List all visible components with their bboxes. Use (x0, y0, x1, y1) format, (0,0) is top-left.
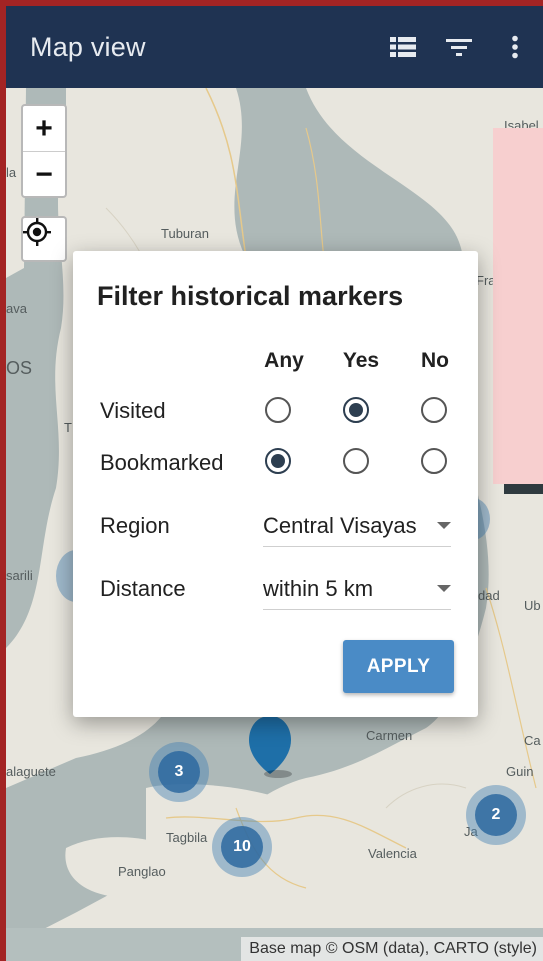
list-view-icon (390, 37, 416, 57)
map-label-ava: ava (6, 301, 27, 316)
locate-me-button[interactable] (21, 216, 67, 262)
marker-cluster[interactable]: 2 (466, 785, 526, 845)
map-label-tuburan: Tuburan (161, 226, 209, 241)
column-header-no: No (421, 349, 449, 372)
chevron-down-icon (437, 522, 451, 529)
map-label-sarili: sarili (6, 568, 33, 583)
filter-button[interactable] (431, 19, 487, 75)
marker-cluster-count: 3 (158, 751, 200, 793)
side-panel-overlay (493, 128, 543, 484)
region-select[interactable]: Central Visayas (263, 510, 451, 547)
map-label-panglao: Panglao (118, 864, 166, 879)
zoom-in-button[interactable]: + (23, 106, 65, 152)
bookmarked-no-radio[interactable] (421, 448, 447, 474)
map-label-valencia: Valencia (368, 846, 417, 861)
map-label-carmen: Carmen (366, 728, 413, 743)
map-label-alaguete: alaguete (6, 764, 56, 779)
map-label-tagbila: Tagbila (166, 830, 208, 845)
zoom-control: + − (21, 104, 67, 198)
filter-dialog: Filter historical markers Any Yes No Vis… (73, 251, 478, 717)
crosshair-icon (23, 218, 51, 246)
region-label: Region (100, 513, 170, 538)
map-pin-icon[interactable] (249, 716, 292, 778)
side-panel-shadow (504, 484, 543, 494)
distance-label: Distance (100, 576, 186, 601)
apply-button[interactable]: APPLY (343, 640, 454, 693)
marker-cluster-count: 10 (221, 826, 263, 868)
column-header-any: Any (264, 349, 304, 372)
distance-select[interactable]: within 5 km (263, 573, 451, 610)
map-label-ca: Ca (524, 733, 541, 748)
bookmarked-label: Bookmarked (100, 450, 224, 475)
zoom-out-button[interactable]: − (23, 152, 65, 197)
page-title: Map view (30, 31, 146, 62)
visited-label: Visited (100, 398, 166, 423)
visited-yes-radio[interactable] (343, 397, 369, 423)
more-vert-icon (512, 35, 518, 59)
map-label-os: OS (6, 358, 33, 378)
visited-any-radio[interactable] (265, 397, 291, 423)
dialog-title: Filter historical markers (97, 281, 404, 311)
list-view-button[interactable] (375, 19, 431, 75)
map-label-guin: Guin (506, 764, 534, 779)
distance-select-value: within 5 km (263, 576, 374, 601)
more-options-button[interactable] (487, 19, 543, 75)
marker-cluster-count: 2 (475, 794, 517, 836)
column-header-yes: Yes (342, 349, 380, 372)
map-label-t: T (64, 420, 72, 435)
map-label-la: la (6, 165, 17, 180)
visited-no-radio[interactable] (421, 397, 447, 423)
app-bar: Map view (6, 6, 543, 88)
app-root: Map view Tuburan Isabel la ava OS T sari… (0, 0, 543, 961)
bookmarked-any-radio[interactable] (265, 448, 291, 474)
region-select-value: Central Visayas (263, 513, 417, 538)
map-attribution: Base map © OSM (data), CARTO (style) (241, 937, 543, 961)
filter-icon (446, 39, 472, 56)
marker-cluster[interactable]: 10 (212, 817, 272, 877)
map-label-ub: Ub (524, 598, 541, 613)
app-bar-actions (375, 6, 543, 88)
marker-cluster[interactable]: 3 (149, 742, 209, 802)
bookmarked-yes-radio[interactable] (343, 448, 369, 474)
chevron-down-icon (437, 585, 451, 592)
map-label-dad: dad (478, 588, 500, 603)
